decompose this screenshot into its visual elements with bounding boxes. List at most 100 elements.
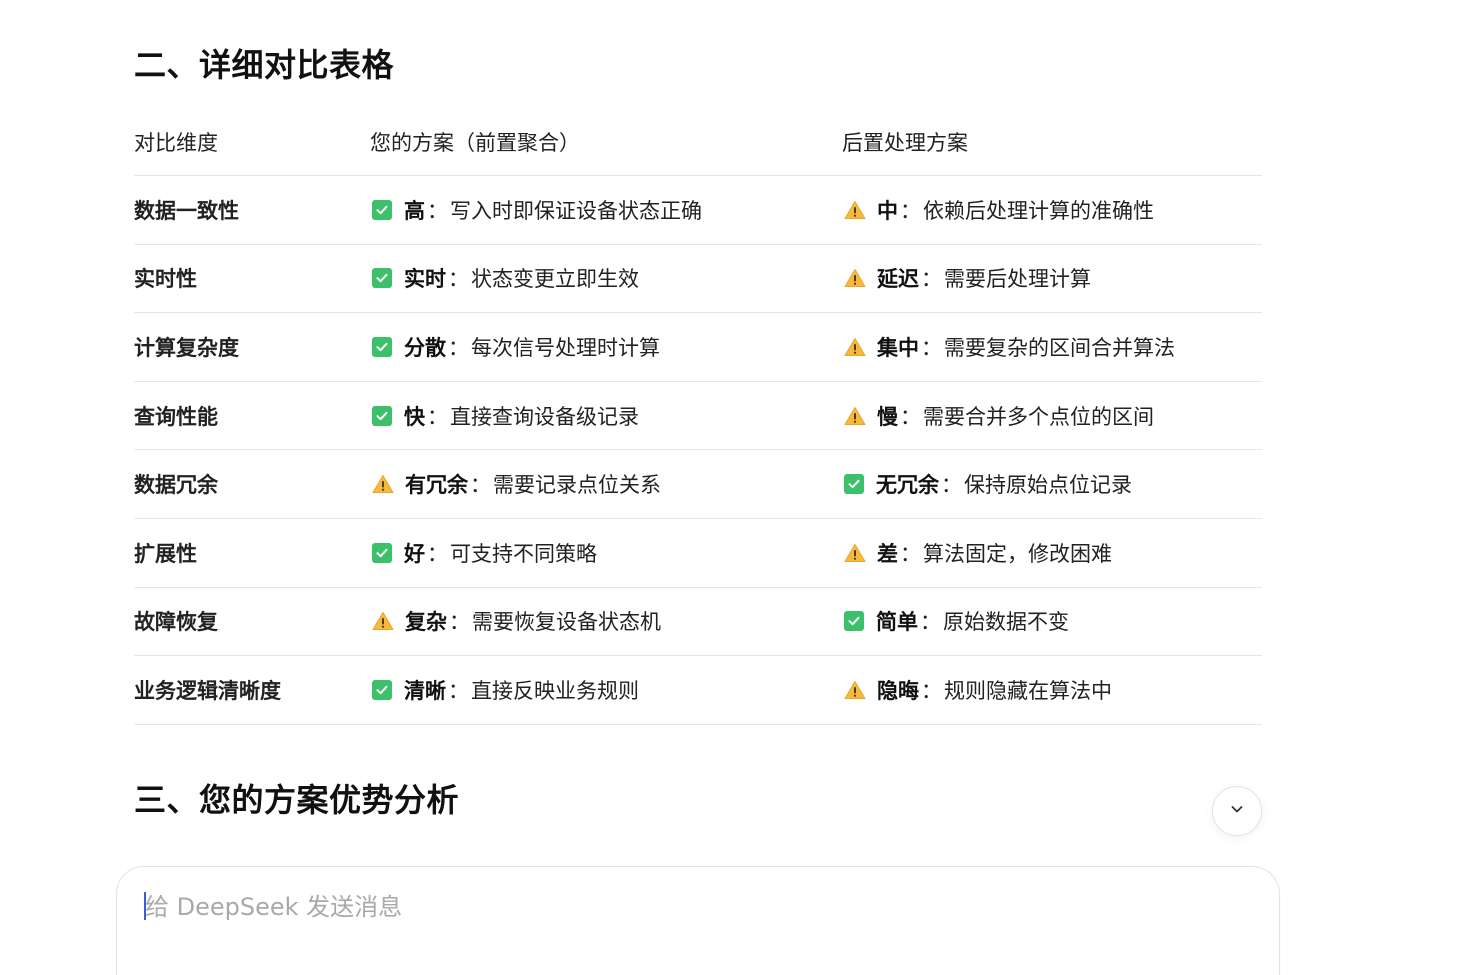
cell-rating: 慢 <box>877 404 898 429</box>
your-plan-cell: 复杂：需要恢复设备状态机 <box>370 587 842 657</box>
cell-separator: ： <box>941 473 962 498</box>
table-row: 业务逻辑清晰度 清晰：直接反映业务规则 隐晦：规则隐藏在算法中 <box>134 655 1262 725</box>
post-processing-cell: 无冗余：保持原始点位记录 <box>842 449 1262 519</box>
warning-icon <box>372 474 394 494</box>
cell-separator: ： <box>427 541 448 566</box>
cell-content: 复杂：需要恢复设备状态机 <box>370 606 842 636</box>
cell-description: 需要合并多个点位的区间 <box>923 404 1154 429</box>
cell-separator: ： <box>900 404 921 429</box>
cell-content: 分散：每次信号处理时计算 <box>370 332 842 362</box>
post-processing-cell: 隐晦：规则隐藏在算法中 <box>842 655 1262 725</box>
cell-separator: ： <box>921 267 942 292</box>
cell-description: 保持原始点位记录 <box>964 473 1132 498</box>
dimension-cell: 计算复杂度 <box>134 312 370 382</box>
table-row: 查询性能快：直接查询设备级记录慢：需要合并多个点位的区间 <box>134 381 1262 451</box>
dimension-cell: 查询性能 <box>134 381 370 451</box>
your-plan-cell: 有冗余：需要记录点位关系 <box>370 449 842 519</box>
header-post-processing: 后置处理方案 <box>842 108 1262 176</box>
cell-description: 需要记录点位关系 <box>493 473 661 498</box>
cell-rating: 中 <box>877 198 898 223</box>
cell-rating: 高 <box>404 198 425 223</box>
cell-rating: 分散 <box>404 335 446 360</box>
cell-description: 状态变更立即生效 <box>471 267 639 292</box>
post-processing-cell: 延迟：需要后处理计算 <box>842 244 1262 314</box>
dimension-cell: 数据一致性 <box>134 175 370 245</box>
cell-rating: 无冗余 <box>876 473 939 498</box>
cell-description: 原始数据不变 <box>943 610 1069 635</box>
cell-rating: 差 <box>877 541 898 566</box>
cell-separator: ： <box>920 610 941 635</box>
section-heading-comparison-table: 二、详细对比表格 <box>134 46 395 84</box>
check-mark-icon <box>844 474 864 495</box>
table-row: 数据冗余 有冗余：需要记录点位关系 无冗余：保持原始点位记录 <box>134 449 1262 519</box>
warning-icon <box>844 268 866 288</box>
your-plan-cell: 实时：状态变更立即生效 <box>370 244 842 314</box>
dimension-cell: 业务逻辑清晰度 <box>134 655 370 725</box>
table-row: 故障恢复 复杂：需要恢复设备状态机 简单：原始数据不变 <box>134 587 1262 657</box>
cell-rating: 有冗余 <box>405 473 468 498</box>
warning-icon <box>844 406 866 426</box>
your-plan-cell: 快：直接查询设备级记录 <box>370 381 842 451</box>
cell-rating: 隐晦 <box>877 678 919 703</box>
check-mark-icon <box>372 679 392 700</box>
your-plan-cell: 分散：每次信号处理时计算 <box>370 312 842 382</box>
cell-description: 直接反映业务规则 <box>471 678 639 703</box>
check-mark-icon <box>372 336 392 357</box>
cell-content: 隐晦：规则隐藏在算法中 <box>842 675 1262 705</box>
check-mark-icon <box>372 199 392 220</box>
cell-separator: ： <box>470 473 491 498</box>
table-row: 实时性 实时：状态变更立即生效 延迟：需要后处理计算 <box>134 244 1262 314</box>
cell-rating: 清晰 <box>404 678 446 703</box>
post-processing-cell: 慢：需要合并多个点位的区间 <box>842 381 1262 451</box>
post-processing-cell: 集中：需要复杂的区间合并算法 <box>842 312 1262 382</box>
post-processing-cell: 中：依赖后处理计算的准确性 <box>842 175 1262 245</box>
message-input[interactable] <box>145 889 1245 925</box>
cell-description: 直接查询设备级记录 <box>450 404 639 429</box>
cell-separator: ： <box>448 267 469 292</box>
scroll-to-bottom-button[interactable] <box>1212 786 1262 836</box>
dimension-cell: 数据冗余 <box>134 449 370 519</box>
cell-description: 需要复杂的区间合并算法 <box>944 335 1175 360</box>
your-plan-cell: 高：写入时即保证设备状态正确 <box>370 175 842 245</box>
cell-rating: 快 <box>404 404 425 429</box>
table-header-row: 对比维度 您的方案（前置聚合） 后置处理方案 <box>134 108 1262 176</box>
cell-description: 需要后处理计算 <box>944 267 1091 292</box>
table-row: 计算复杂度 分散：每次信号处理时计算 集中：需要复杂的区间合并算法 <box>134 312 1262 382</box>
cell-separator: ： <box>921 335 942 360</box>
your-plan-cell: 好：可支持不同策略 <box>370 518 842 588</box>
cell-content: 无冗余：保持原始点位记录 <box>842 469 1262 499</box>
cell-separator: ： <box>448 678 469 703</box>
cell-separator: ： <box>427 198 448 223</box>
cell-description: 规则隐藏在算法中 <box>944 678 1112 703</box>
cell-separator: ： <box>448 335 469 360</box>
cell-content: 慢：需要合并多个点位的区间 <box>842 401 1262 431</box>
cell-separator: ： <box>449 610 470 635</box>
check-mark-icon <box>372 542 392 563</box>
cell-rating: 实时 <box>404 267 446 292</box>
cell-description: 每次信号处理时计算 <box>471 335 660 360</box>
check-mark-icon <box>372 268 392 289</box>
cell-content: 简单：原始数据不变 <box>842 606 1262 636</box>
cell-content: 清晰：直接反映业务规则 <box>370 675 842 705</box>
check-mark-icon <box>844 611 864 632</box>
header-dimension: 对比维度 <box>134 108 370 176</box>
cell-content: 有冗余：需要记录点位关系 <box>370 469 842 499</box>
cell-description: 依赖后处理计算的准确性 <box>923 198 1154 223</box>
cell-rating: 复杂 <box>405 610 447 635</box>
cell-description: 写入时即保证设备状态正确 <box>450 198 702 223</box>
post-processing-cell: 差：算法固定，修改困难 <box>842 518 1262 588</box>
text-caret <box>144 892 146 920</box>
cell-content: 快：直接查询设备级记录 <box>370 401 842 431</box>
table-row: 扩展性好：可支持不同策略差：算法固定，修改困难 <box>134 518 1262 588</box>
cell-rating: 集中 <box>877 335 919 360</box>
warning-icon <box>844 543 866 563</box>
cell-separator: ： <box>921 678 942 703</box>
cell-content: 差：算法固定，修改困难 <box>842 538 1262 568</box>
warning-icon <box>844 680 866 700</box>
header-your-plan: 您的方案（前置聚合） <box>370 108 842 176</box>
cell-content: 集中：需要复杂的区间合并算法 <box>842 332 1262 362</box>
post-processing-cell: 简单：原始数据不变 <box>842 587 1262 657</box>
cell-description: 需要恢复设备状态机 <box>472 610 661 635</box>
cell-rating: 好 <box>404 541 425 566</box>
cell-content: 高：写入时即保证设备状态正确 <box>370 195 842 225</box>
